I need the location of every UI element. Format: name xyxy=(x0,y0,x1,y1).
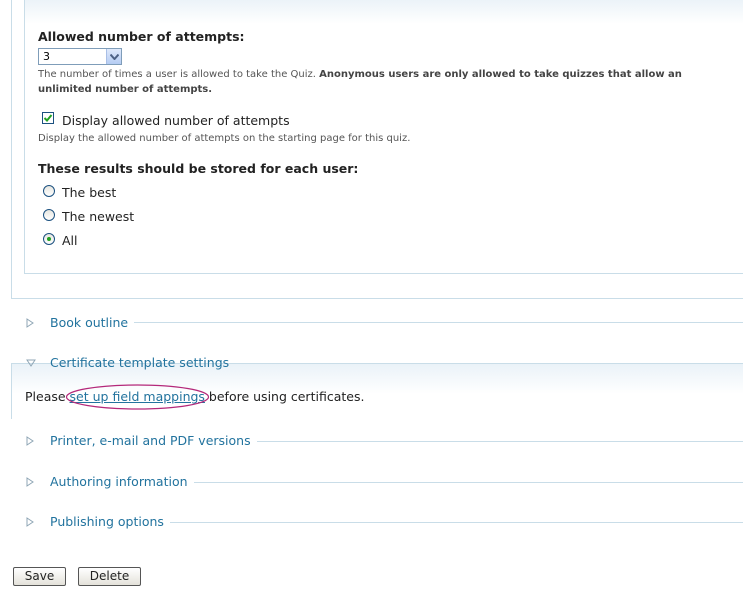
attempts-description-text: The number of times a user is allowed to… xyxy=(38,69,316,80)
printer-legend[interactable]: Printer, e-mail and PDF versions xyxy=(0,433,257,448)
display-attempts-checkbox[interactable] xyxy=(42,112,54,124)
certificate-message: Please set up field mappings before usin… xyxy=(25,389,364,404)
certificate-legend[interactable]: Certificate template settings xyxy=(0,355,235,370)
field-mappings-link[interactable]: set up field mappings xyxy=(70,389,205,404)
checkmark-icon xyxy=(43,114,53,122)
triangle-right-icon[interactable] xyxy=(26,516,38,528)
authoring-legend[interactable]: Authoring information xyxy=(0,474,194,489)
printer-versions-link[interactable]: Printer, e-mail and PDF versions xyxy=(50,433,251,448)
radio-the-best[interactable] xyxy=(43,185,55,197)
publishing-options-link[interactable]: Publishing options xyxy=(50,514,164,529)
radio-the-newest[interactable] xyxy=(43,209,55,221)
triangle-right-icon[interactable] xyxy=(26,317,38,329)
attempts-select-value: 3 xyxy=(43,50,50,63)
display-attempts-label[interactable]: Display allowed number of attempts xyxy=(62,113,290,128)
certificate-message-after: before using certificates. xyxy=(204,389,365,404)
certificate-settings-link[interactable]: Certificate template settings xyxy=(50,355,229,370)
triangle-right-icon[interactable] xyxy=(26,476,38,488)
book-outline-legend[interactable]: Book outline xyxy=(0,315,135,330)
display-attempts-description: Display the allowed number of attempts o… xyxy=(38,133,411,144)
radio-the-best-label[interactable]: The best xyxy=(62,185,116,200)
chevron-down-icon[interactable] xyxy=(106,49,121,64)
attempts-description: The number of times a user is allowed to… xyxy=(38,67,738,97)
book-outline-link[interactable]: Book outline xyxy=(50,315,128,330)
results-label: These results should be stored for each … xyxy=(38,161,359,176)
attempts-select[interactable]: 3 xyxy=(38,48,122,65)
attempts-label: Allowed number of attempts: xyxy=(38,29,245,44)
publishing-legend[interactable]: Publishing options xyxy=(0,514,170,529)
triangle-down-icon[interactable] xyxy=(26,357,38,369)
triangle-right-icon[interactable] xyxy=(26,435,38,447)
certificate-message-before: Please xyxy=(25,389,70,404)
authoring-information-link[interactable]: Authoring information xyxy=(50,474,188,489)
radio-all[interactable] xyxy=(43,233,55,245)
delete-button[interactable]: Delete xyxy=(78,567,141,586)
radio-all-label[interactable]: All xyxy=(62,233,78,248)
save-button[interactable]: Save xyxy=(13,567,66,586)
radio-the-newest-label[interactable]: The newest xyxy=(62,209,134,224)
